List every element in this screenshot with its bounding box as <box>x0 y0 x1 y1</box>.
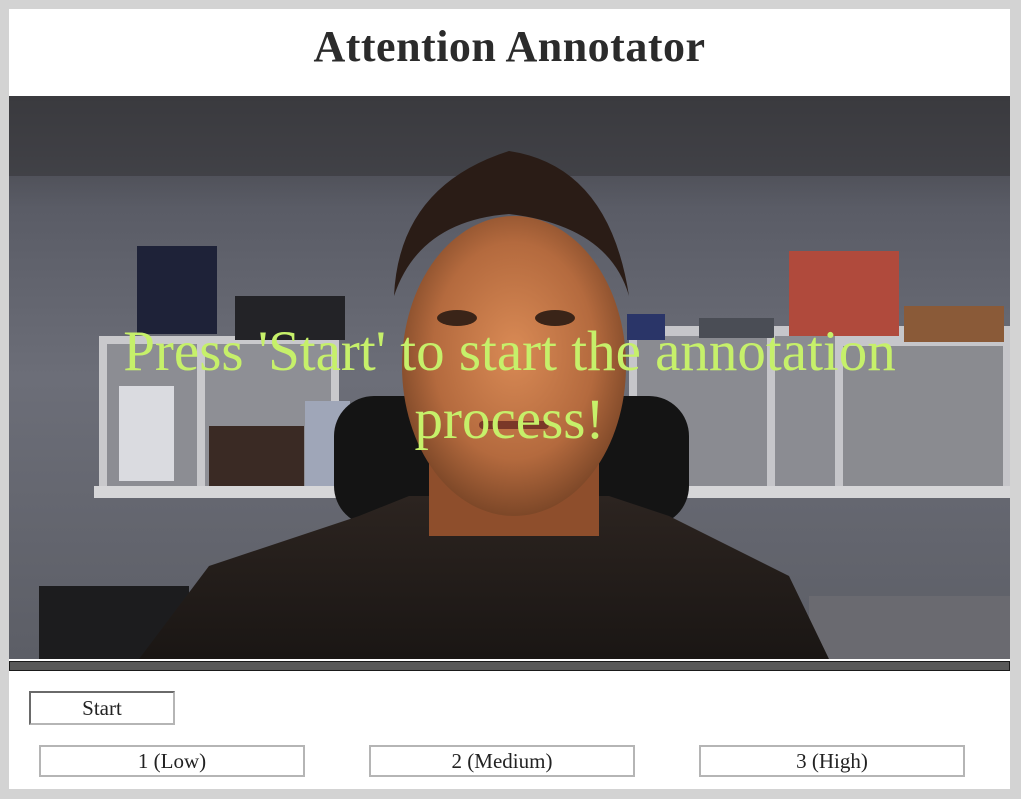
attention-medium-button[interactable]: 2 (Medium) <box>369 745 635 777</box>
attention-high-button[interactable]: 3 (High) <box>699 745 965 777</box>
attention-low-button[interactable]: 1 (Low) <box>39 745 305 777</box>
start-button[interactable]: Start <box>29 691 175 725</box>
overlay-instruction-text: Press 'Start' to start the annotation pr… <box>123 320 896 451</box>
video-progress-bar[interactable] <box>9 661 1010 671</box>
app-frame: Attention Annotator Press 'Start' to sta… <box>9 9 1010 789</box>
page-title: Attention Annotator <box>313 22 706 71</box>
webcam-video: Press 'Start' to start the annotation pr… <box>9 96 1010 659</box>
